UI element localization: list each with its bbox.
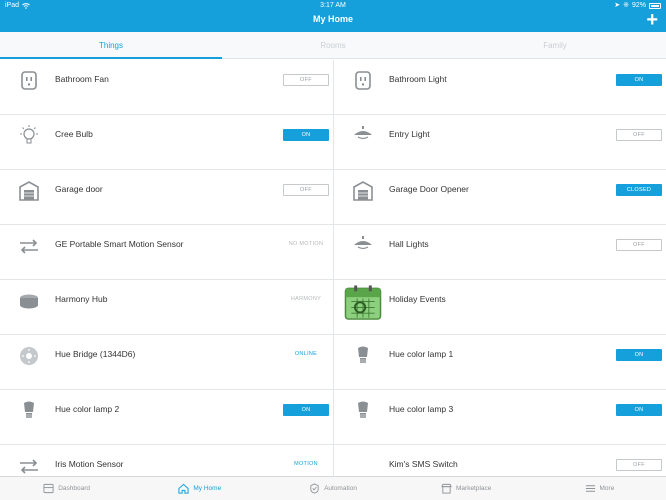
ceiling-light-icon [350,234,376,260]
state-toggle[interactable]: ON [616,74,662,86]
state-toggle[interactable]: OFF [283,74,329,86]
menu-icon [585,483,596,494]
thing-name: Hue color lamp 2 [55,404,120,414]
bottom-nav: Dashboard My Home Automation Marketplace Mor… [0,476,666,500]
nav-more[interactable]: More [533,477,666,500]
thing-name: Garage door [55,184,103,194]
calendar-icon [344,284,382,322]
thing-harmony-hub[interactable]: Harmony Hub HARMONY [0,280,333,335]
battery-percent: 92% [631,2,646,9]
state-toggle[interactable]: ON [283,129,329,141]
outlet-icon [16,69,42,95]
lamp-bulb-icon [16,399,42,425]
thing-hue-color-lamp-1[interactable]: Hue color lamp 1 ON [333,335,666,390]
thing-name: Kim's SMS Switch [389,459,458,469]
nav-marketplace[interactable]: Marketplace [400,477,533,500]
state-toggle[interactable]: OFF [283,184,329,196]
lightbulb-icon [16,124,42,150]
thing-name: Garage Door Opener [389,184,469,194]
tab-rooms[interactable]: Rooms [222,32,444,58]
tab-things[interactable]: Things [0,32,222,59]
thing-bathroom-fan[interactable]: Bathroom Fan OFF [0,60,333,115]
outlet-icon [350,69,376,95]
nav-label: More [599,485,615,492]
thing-ge-portable-smart-motion-sensor[interactable]: GE Portable Smart Motion Sensor NO MOTION [0,225,333,280]
location-icon: ➤ [614,2,621,9]
state-toggle[interactable]: ON [283,404,329,416]
motion-arrows-icon [16,454,42,476]
thing-hall-lights[interactable]: Hall Lights OFF [333,225,666,280]
thing-cree-bulb[interactable]: Cree Bulb ON [0,115,333,170]
add-thing-button[interactable]: + [646,10,658,30]
thing-name: Holiday Events [389,294,446,304]
thing-name: Hall Lights [389,239,429,249]
thing-kim-s-sms-switch[interactable]: Kim's SMS Switch OFF [333,445,666,476]
ceiling-light-icon [350,124,376,150]
motion-arrows-icon [16,234,42,260]
state-toggle[interactable]: OFF [616,239,662,251]
thing-name: Cree Bulb [55,129,93,139]
thing-bathroom-light[interactable]: Bathroom Light ON [333,60,666,115]
nav-label: My Home [193,485,222,492]
bluetooth-icon: ※ [623,2,629,9]
thing-name: Harmony Hub [55,294,108,304]
tab-bar: Things Rooms Family [0,32,666,59]
garage-icon [350,179,376,205]
lamp-bulb-icon [350,399,376,425]
thing-name: Bathroom Fan [55,74,109,84]
thing-name: GE Portable Smart Motion Sensor [55,239,184,249]
thing-entry-light[interactable]: Entry Light OFF [333,115,666,170]
bridge-icon [16,344,42,370]
app-header: iPad 3:17 AM ➤ ※ 92% My Home + [0,0,666,32]
state-toggle[interactable]: OFF [616,129,662,141]
nav-my-home[interactable]: My Home [133,477,266,500]
status-bar: iPad 3:17 AM ➤ ※ 92% [0,0,666,11]
nav-automation[interactable]: Automation [266,477,399,500]
dashboard-icon [43,483,54,494]
hub-icon [16,289,42,315]
state-toggle[interactable]: OFF [616,459,662,471]
things-grid: Bathroom Fan OFF Bathroom Light ON Cree Bulb… [0,60,666,476]
nav-dashboard[interactable]: Dashboard [0,477,133,500]
nav-label: Marketplace [456,485,492,492]
marketplace-icon [441,483,452,494]
home-icon [178,483,189,494]
battery-icon [649,2,661,9]
thing-name: Hue color lamp 1 [389,349,454,359]
lamp-bulb-icon [350,344,376,370]
state-toggle: MOTION [294,461,318,467]
clock: 3:17 AM [320,2,346,9]
state-toggle[interactable]: ON [616,349,662,361]
garage-icon [16,179,42,205]
thing-garage-door-opener[interactable]: Garage Door Opener CLOSED [333,170,666,225]
tab-family[interactable]: Family [444,32,666,58]
thing-iris-motion-sensor[interactable]: Iris Motion Sensor MOTION [0,445,333,476]
nav-label: Dashboard [58,485,90,492]
thing-name: Hue color lamp 3 [389,404,454,414]
state-toggle[interactable]: ON [616,404,662,416]
automation-icon [309,483,320,494]
state-toggle: HARMONY [290,296,322,302]
thing-name: Hue Bridge (1344D6) [55,349,136,359]
state-toggle: NO MOTION [288,241,324,247]
thing-name: Iris Motion Sensor [55,459,124,469]
nav-label: Automation [324,485,357,492]
state-toggle: ONLINE [294,351,318,357]
thing-garage-door[interactable]: Garage door OFF [0,170,333,225]
switch-icon [350,454,376,476]
thing-hue-color-lamp-2[interactable]: Hue color lamp 2 ON [0,390,333,445]
thing-hue-bridge-1344d6[interactable]: Hue Bridge (1344D6) ONLINE [0,335,333,390]
thing-name: Entry Light [389,129,430,139]
thing-hue-color-lamp-3[interactable]: Hue color lamp 3 ON [333,390,666,445]
thing-holiday-events[interactable]: Holiday Events [333,280,666,335]
state-toggle[interactable]: CLOSED [616,184,662,196]
page-title: My Home [312,14,353,24]
thing-name: Bathroom Light [389,74,447,84]
